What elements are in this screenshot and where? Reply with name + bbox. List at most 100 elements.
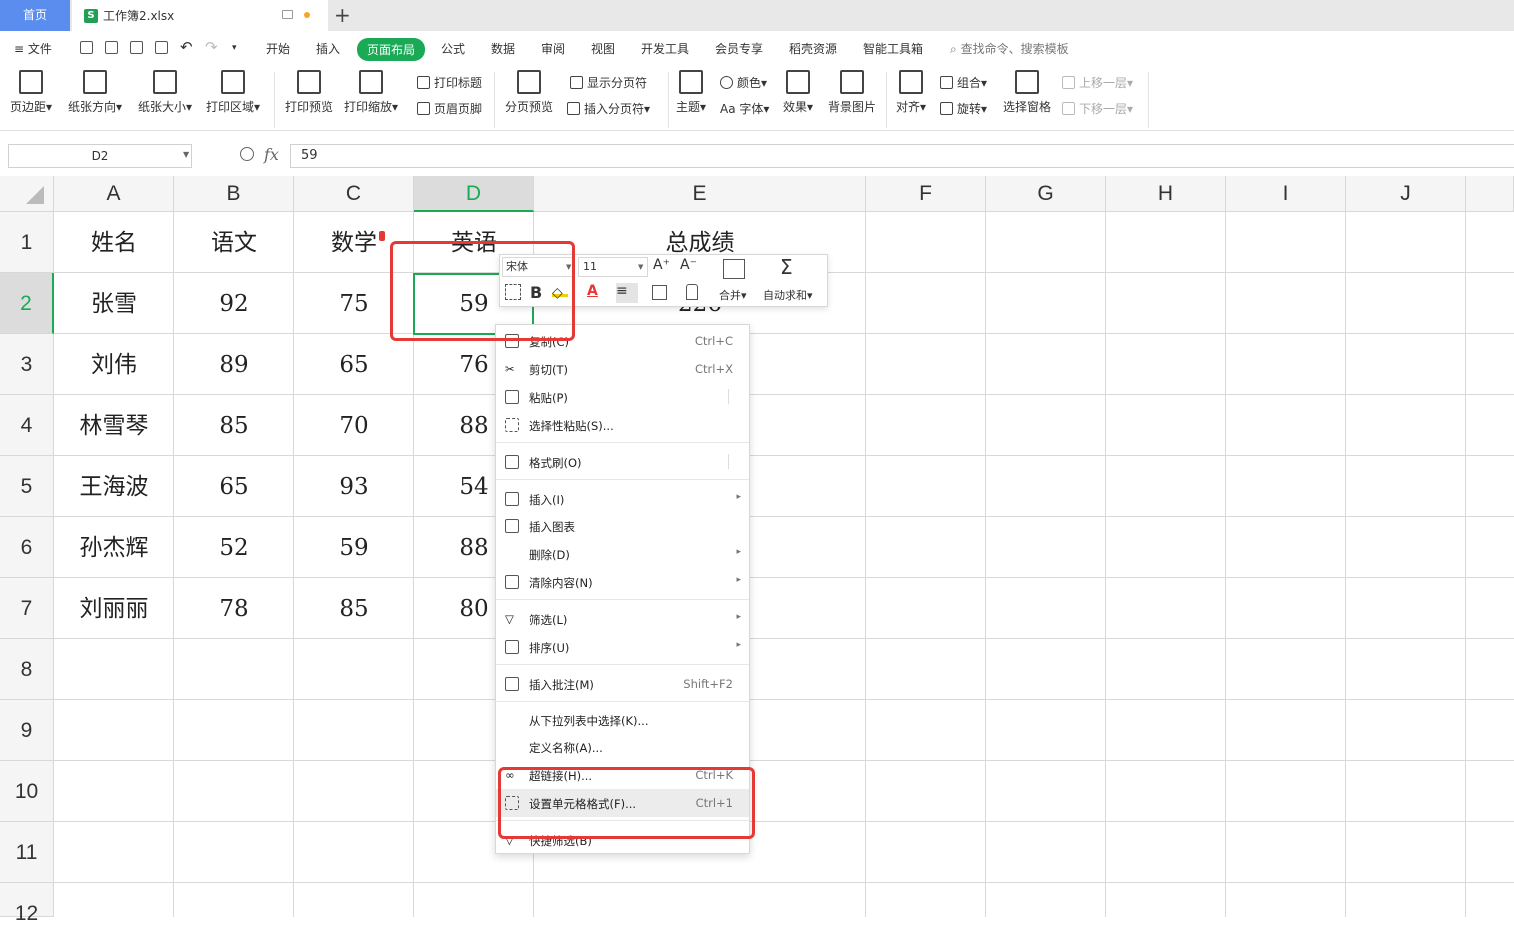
cell-a4[interactable]: 林雪琴	[54, 395, 174, 456]
print-preview-icon[interactable]	[155, 41, 168, 54]
menu-item-filter[interactable]: ▽ 筛选(L) ▸	[496, 605, 749, 633]
column-header-k[interactable]	[1466, 176, 1514, 212]
row-header-12[interactable]: 12	[0, 883, 54, 925]
align-center-icon[interactable]: ≡	[616, 283, 638, 303]
cell-c3[interactable]: 65	[294, 334, 414, 395]
margins-button[interactable]: 页边距▾	[10, 70, 52, 115]
group-button[interactable]: 组合 ▾	[940, 74, 987, 91]
font-color-icon[interactable]: A	[587, 283, 598, 299]
cell-c7[interactable]: 85	[294, 578, 414, 639]
menu-item-cut[interactable]: ✂ 剪切(T) Ctrl+X	[496, 355, 749, 383]
rotate-button[interactable]: 旋转 ▾	[940, 100, 987, 117]
row-header-7[interactable]: 7	[0, 578, 54, 639]
row-header-5[interactable]: 5	[0, 456, 54, 517]
redo-icon[interactable]: ↷	[205, 38, 218, 56]
row-header-10[interactable]: 10	[0, 761, 54, 822]
row-header-11[interactable]: 11	[0, 822, 54, 883]
name-box[interactable]: D2	[8, 144, 192, 168]
send-backward-button[interactable]: 下移一层 ▾	[1062, 100, 1133, 117]
cell-a7[interactable]: 刘丽丽	[54, 578, 174, 639]
menu-item-sort[interactable]: 排序(U) ▸	[496, 633, 749, 661]
cell-b6[interactable]: 52	[174, 517, 294, 578]
cell-a1[interactable]: 姓名	[54, 212, 174, 273]
column-header-i[interactable]: I	[1226, 176, 1346, 212]
column-header-d[interactable]: D	[414, 176, 534, 212]
undo-icon[interactable]: ↶	[180, 38, 193, 56]
print-icon[interactable]	[130, 41, 143, 54]
menu-item-paste[interactable]: 粘贴(P)	[496, 383, 749, 411]
column-header-j[interactable]: J	[1346, 176, 1466, 212]
cell-b2[interactable]: 92	[174, 273, 294, 334]
menu-smart-toolbox[interactable]: 智能工具箱	[863, 40, 923, 57]
column-header-c[interactable]: C	[294, 176, 414, 212]
menu-page-layout[interactable]: 页面布局	[357, 38, 426, 61]
row-header-3[interactable]: 3	[0, 334, 54, 395]
cell-b1[interactable]: 语文	[174, 212, 294, 273]
increase-font-icon[interactable]: A⁺	[653, 257, 670, 273]
colors-button[interactable]: 颜色 ▾	[720, 74, 767, 91]
chevron-down-icon[interactable]: ▼	[183, 150, 189, 159]
menu-view[interactable]: 视图	[591, 40, 615, 57]
sum-icon[interactable]: Σ	[780, 255, 793, 279]
zoom-icon[interactable]	[240, 147, 254, 161]
autosum-button[interactable]: 自动求和▾	[763, 287, 813, 303]
bring-forward-button[interactable]: 上移一层 ▾	[1062, 74, 1133, 91]
cell-b3[interactable]: 89	[174, 334, 294, 395]
export-pdf-icon[interactable]	[105, 41, 118, 54]
menu-item-clear-contents[interactable]: 清除内容(N) ▸	[496, 568, 749, 596]
menu-item-format-painter[interactable]: 格式刷(O)	[496, 448, 749, 476]
menu-item-define-name[interactable]: 定义名称(A)...	[496, 733, 749, 761]
row-header-2[interactable]: 2	[0, 273, 54, 334]
page-break-preview-button[interactable]: 分页预览	[505, 70, 553, 115]
format-painter-options-icon[interactable]	[728, 454, 743, 469]
menu-item-insert[interactable]: 插入(I) ▸	[496, 485, 749, 513]
selection-pane-button[interactable]: 选择窗格	[1003, 70, 1051, 115]
print-preview-button[interactable]: 打印预览	[285, 70, 333, 115]
paper-size-button[interactable]: 纸张大小▾	[138, 70, 192, 115]
fonts-button[interactable]: Aa 字体 ▾	[720, 100, 769, 117]
file-menu[interactable]: ≡ 文件	[14, 40, 52, 57]
column-header-f[interactable]: F	[866, 176, 986, 212]
fx-icon[interactable]: fx	[264, 145, 279, 164]
menu-item-insert-chart[interactable]: 插入图表	[496, 512, 749, 540]
merge-button[interactable]: 合并▾	[719, 287, 747, 303]
column-header-a[interactable]: A	[54, 176, 174, 212]
new-tab-button[interactable]: +	[334, 3, 351, 27]
tab-home[interactable]: 首页	[0, 0, 70, 31]
print-area-button[interactable]: 打印区域▾	[206, 70, 260, 115]
column-header-g[interactable]: G	[986, 176, 1106, 212]
menu-item-pick-from-list[interactable]: 从下拉列表中选择(K)...	[496, 706, 749, 734]
align-button[interactable]: 对齐▾	[896, 70, 926, 115]
row-header-9[interactable]: 9	[0, 700, 54, 761]
header-footer-button[interactable]: 页眉页脚	[417, 100, 482, 117]
menu-insert[interactable]: 插入	[316, 40, 340, 57]
menu-formulas[interactable]: 公式	[441, 40, 465, 57]
cell-c5[interactable]: 93	[294, 456, 414, 517]
print-scale-button[interactable]: 打印缩放▾	[344, 70, 398, 115]
row-header-6[interactable]: 6	[0, 517, 54, 578]
show-page-breaks-checkbox[interactable]: 显示分页符	[570, 74, 647, 91]
decrease-font-icon[interactable]: A⁻	[680, 257, 697, 273]
menu-member[interactable]: 会员专享	[715, 40, 763, 57]
cell-b5[interactable]: 65	[174, 456, 294, 517]
formula-input[interactable]: 59	[290, 144, 1514, 168]
cell-c6[interactable]: 59	[294, 517, 414, 578]
menu-data[interactable]: 数据	[491, 40, 515, 57]
quick-access-dropdown-icon[interactable]: ▾	[232, 43, 237, 53]
row-header-1[interactable]: 1	[0, 212, 54, 273]
menu-item-paste-special[interactable]: 选择性粘贴(S)...	[496, 411, 749, 439]
row-header-8[interactable]: 8	[0, 639, 54, 700]
menu-developer[interactable]: 开发工具	[641, 40, 689, 57]
column-header-b[interactable]: B	[174, 176, 294, 212]
effects-button[interactable]: 效果▾	[783, 70, 813, 115]
orientation-button[interactable]: 纸张方向▾	[68, 70, 122, 115]
cell-b4[interactable]: 85	[174, 395, 294, 456]
cell-c4[interactable]: 70	[294, 395, 414, 456]
cell-a2[interactable]: 张雪	[54, 273, 174, 334]
save-icon[interactable]	[80, 41, 93, 54]
merge-icon[interactable]	[723, 259, 745, 279]
comment-indicator-icon[interactable]	[379, 231, 385, 241]
chevron-down-icon[interactable]: ▼	[638, 263, 643, 271]
menu-item-delete[interactable]: 删除(D) ▸	[496, 540, 749, 568]
format-painter-icon[interactable]	[686, 284, 698, 300]
